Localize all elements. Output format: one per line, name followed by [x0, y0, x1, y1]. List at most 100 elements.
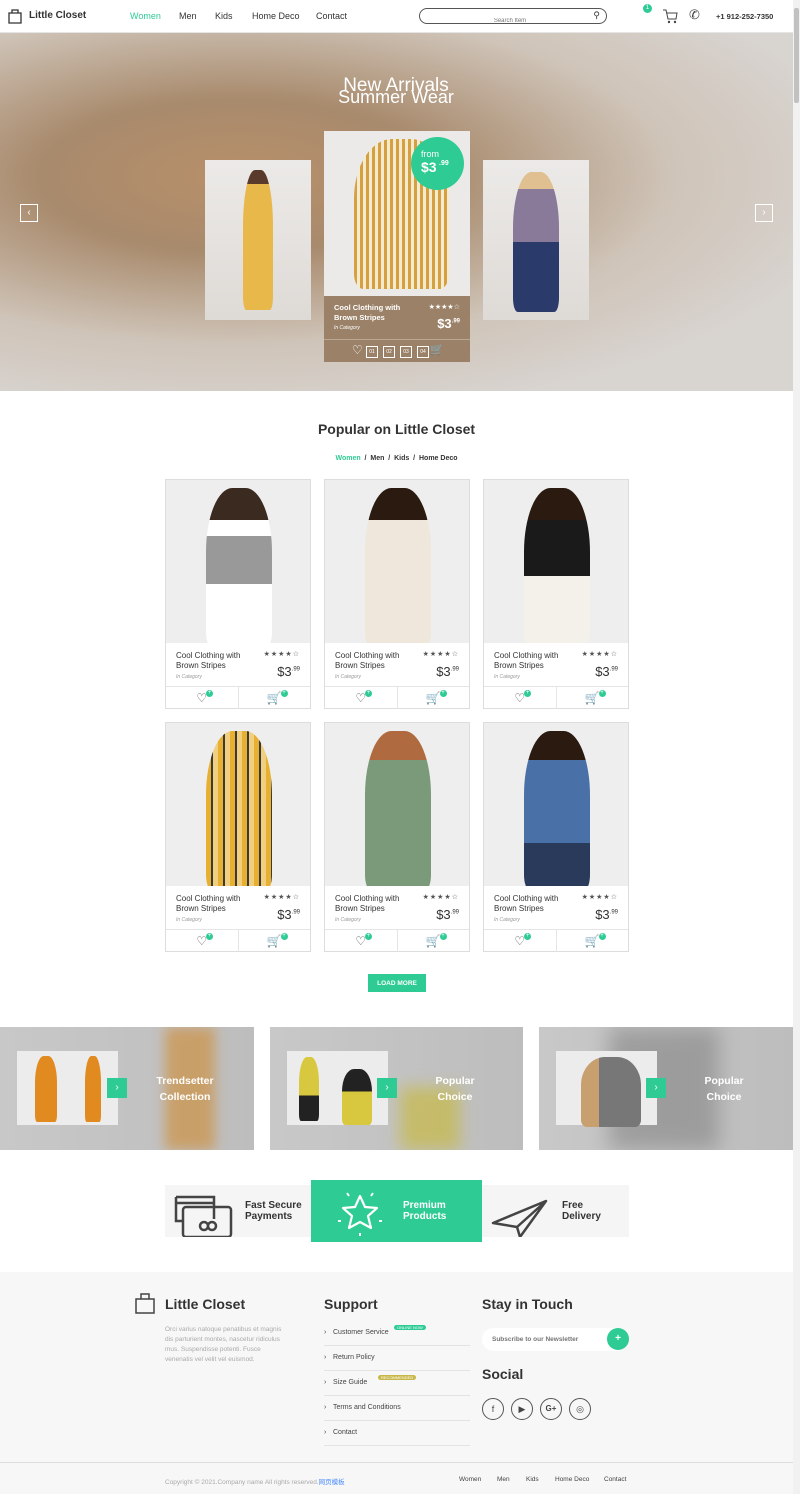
wishlist-icon[interactable]: ♡ [352, 343, 363, 357]
nav-home-deco[interactable]: Home Deco [252, 11, 300, 21]
facebook-icon[interactable]: f [482, 1398, 504, 1420]
collection-tile-popular-2[interactable]: › Popular Choice [539, 1027, 793, 1150]
wishlist-button[interactable]: ♡ + [166, 687, 239, 709]
nav-contact[interactable]: Contact [316, 11, 347, 21]
popular-title: Popular on Little Closet [317, 421, 476, 437]
filter-kids[interactable]: Kids [394, 455, 409, 462]
brand-logo[interactable]: Little Closet [29, 10, 86, 21]
product-name[interactable]: Cool Clothing with Brown Stripes [335, 651, 415, 671]
footer-link-men[interactable]: Men [497, 1476, 510, 1483]
collection-arrow-button[interactable]: › [646, 1078, 666, 1098]
instagram-icon[interactable]: ◎ [569, 1398, 591, 1420]
carousel-page-4[interactable]: 04 [417, 346, 429, 358]
cart-icon: 🛒 [584, 691, 600, 705]
youtube-icon[interactable]: ▶ [511, 1398, 533, 1420]
product-image[interactable] [484, 480, 628, 643]
add-to-cart-button[interactable]: 🛒 + [557, 930, 629, 952]
product-price: $3.99 [436, 907, 459, 922]
load-more-button[interactable]: LOAD MORE [368, 974, 426, 992]
search-box[interactable]: ⚲ [419, 8, 607, 28]
carousel-page-1[interactable]: 01 [366, 346, 378, 358]
product-image[interactable] [325, 480, 469, 643]
newsletter-submit-button[interactable]: + [607, 1328, 629, 1350]
collection-tile-popular-1[interactable]: › Popular Choice [270, 1027, 523, 1150]
product-image[interactable] [166, 480, 310, 643]
footer-link-home-deco[interactable]: Home Deco [555, 1476, 589, 1483]
collection-tile-trendsetter[interactable]: › Trendsetter Collection [0, 1027, 254, 1150]
nav-women[interactable]: Women [130, 11, 161, 21]
cart-icon: 🛒 [425, 691, 441, 705]
footer-link-women[interactable]: Women [459, 1476, 481, 1483]
collection-arrow-button[interactable]: › [377, 1078, 397, 1098]
product-image[interactable] [166, 723, 310, 886]
carousel-prev-button[interactable]: ‹ [20, 204, 38, 222]
support-link[interactable]: › Terms and Conditions [324, 1396, 470, 1421]
product-image[interactable] [325, 723, 469, 886]
footer-link-kids[interactable]: Kids [526, 1476, 539, 1483]
search-icon[interactable]: ⚲ [593, 10, 600, 21]
wishlist-button[interactable]: ♡ + [325, 687, 398, 709]
newsletter-input[interactable] [492, 1332, 602, 1346]
product-card[interactable]: Cool Clothing with Brown Stripes In Cate… [324, 722, 470, 952]
rating-stars: ★★★★☆ [422, 894, 459, 901]
support-link[interactable]: › Return Policy [324, 1346, 470, 1371]
feature-free-delivery: Free Delivery [482, 1185, 629, 1237]
product-name[interactable]: Cool Clothing with Brown Stripes [494, 651, 574, 671]
rating-stars: ★★★★☆ [581, 651, 618, 658]
filter-women[interactable]: Women [335, 455, 360, 462]
add-to-cart-button[interactable]: 🛒 + [398, 687, 470, 709]
featured-product-name[interactable]: Cool Clothing with Brown Stripes [334, 303, 414, 323]
product-name[interactable]: Cool Clothing with Brown Stripes [176, 894, 256, 914]
carousel-page-3[interactable]: 03 [400, 346, 412, 358]
carousel-side-image-right[interactable] [483, 160, 589, 320]
nav-kids[interactable]: Kids [215, 11, 233, 21]
wishlist-button[interactable]: ♡ + [484, 930, 557, 952]
featured-product-card[interactable]: from $3 .99 Cool Clothing with Brown Str… [324, 131, 470, 362]
add-to-cart-button[interactable]: 🛒 + [557, 687, 629, 709]
search-input[interactable] [430, 14, 590, 28]
add-to-cart-button[interactable]: 🛒 + [398, 930, 470, 952]
wishlist-button[interactable]: ♡ + [325, 930, 398, 952]
cart-icon[interactable] [662, 9, 678, 24]
wishlist-button[interactable]: ♡ + [484, 687, 557, 709]
carousel-next-button[interactable]: › [755, 204, 773, 222]
product-name[interactable]: Cool Clothing with Brown Stripes [335, 894, 415, 914]
product-card[interactable]: Cool Clothing with Brown Stripes In Cate… [483, 479, 629, 709]
collection-arrow-button[interactable]: › [107, 1078, 127, 1098]
nav-men[interactable]: Men [179, 11, 197, 21]
shopping-bag-icon [135, 1293, 155, 1314]
product-card[interactable]: Cool Clothing with Brown Stripes In Cate… [483, 722, 629, 952]
product-image[interactable] [484, 723, 628, 886]
product-name[interactable]: Cool Clothing with Brown Stripes [494, 894, 574, 914]
add-to-cart-button[interactable]: 🛒 + [239, 930, 311, 952]
google-plus-icon[interactable]: G+ [540, 1398, 562, 1420]
feature-secure-payments: Fast Secure Payments [165, 1185, 311, 1237]
header: Little Closet Women Men Kids Home Deco C… [0, 0, 793, 33]
featured-product-category: In Category [334, 325, 360, 331]
support-link[interactable]: › Size Guide RECOMMENDED [324, 1371, 470, 1396]
product-card[interactable]: Cool Clothing with Brown Stripes In Cate… [165, 722, 311, 952]
collection-image [287, 1051, 388, 1125]
cart-icon: 🛒 [425, 934, 441, 948]
scrollbar[interactable] [793, 0, 800, 1494]
newsletter-form: + [482, 1328, 629, 1351]
scrollbar-thumb[interactable] [794, 8, 799, 103]
carousel-side-image-left[interactable] [205, 160, 311, 320]
product-price: $3.99 [436, 664, 459, 679]
filter-home-deco[interactable]: Home Deco [419, 455, 458, 462]
product-card[interactable]: Cool Clothing with Brown Stripes In Cate… [324, 479, 470, 709]
product-price: $3.99 [277, 664, 300, 679]
add-to-cart-button[interactable]: 🛒 + [239, 687, 311, 709]
filter-men[interactable]: Men [370, 455, 384, 462]
wishlist-button[interactable]: ♡ + [166, 930, 239, 952]
paper-plane-icon [491, 1199, 548, 1237]
support-link[interactable]: › Contact [324, 1421, 470, 1446]
product-card[interactable]: Cool Clothing with Brown Stripes In Cate… [165, 479, 311, 709]
cart-add-icon[interactable]: 🛒 [430, 343, 444, 356]
copyright-link[interactable]: 网页模板 [319, 1479, 345, 1486]
carousel-page-2[interactable]: 02 [383, 346, 395, 358]
footer-link-contact[interactable]: Contact [604, 1476, 626, 1483]
product-name[interactable]: Cool Clothing with Brown Stripes [176, 651, 256, 671]
support-link[interactable]: › Customer Service ONLINE NOW [324, 1321, 470, 1346]
product-category: In Category [176, 674, 202, 680]
